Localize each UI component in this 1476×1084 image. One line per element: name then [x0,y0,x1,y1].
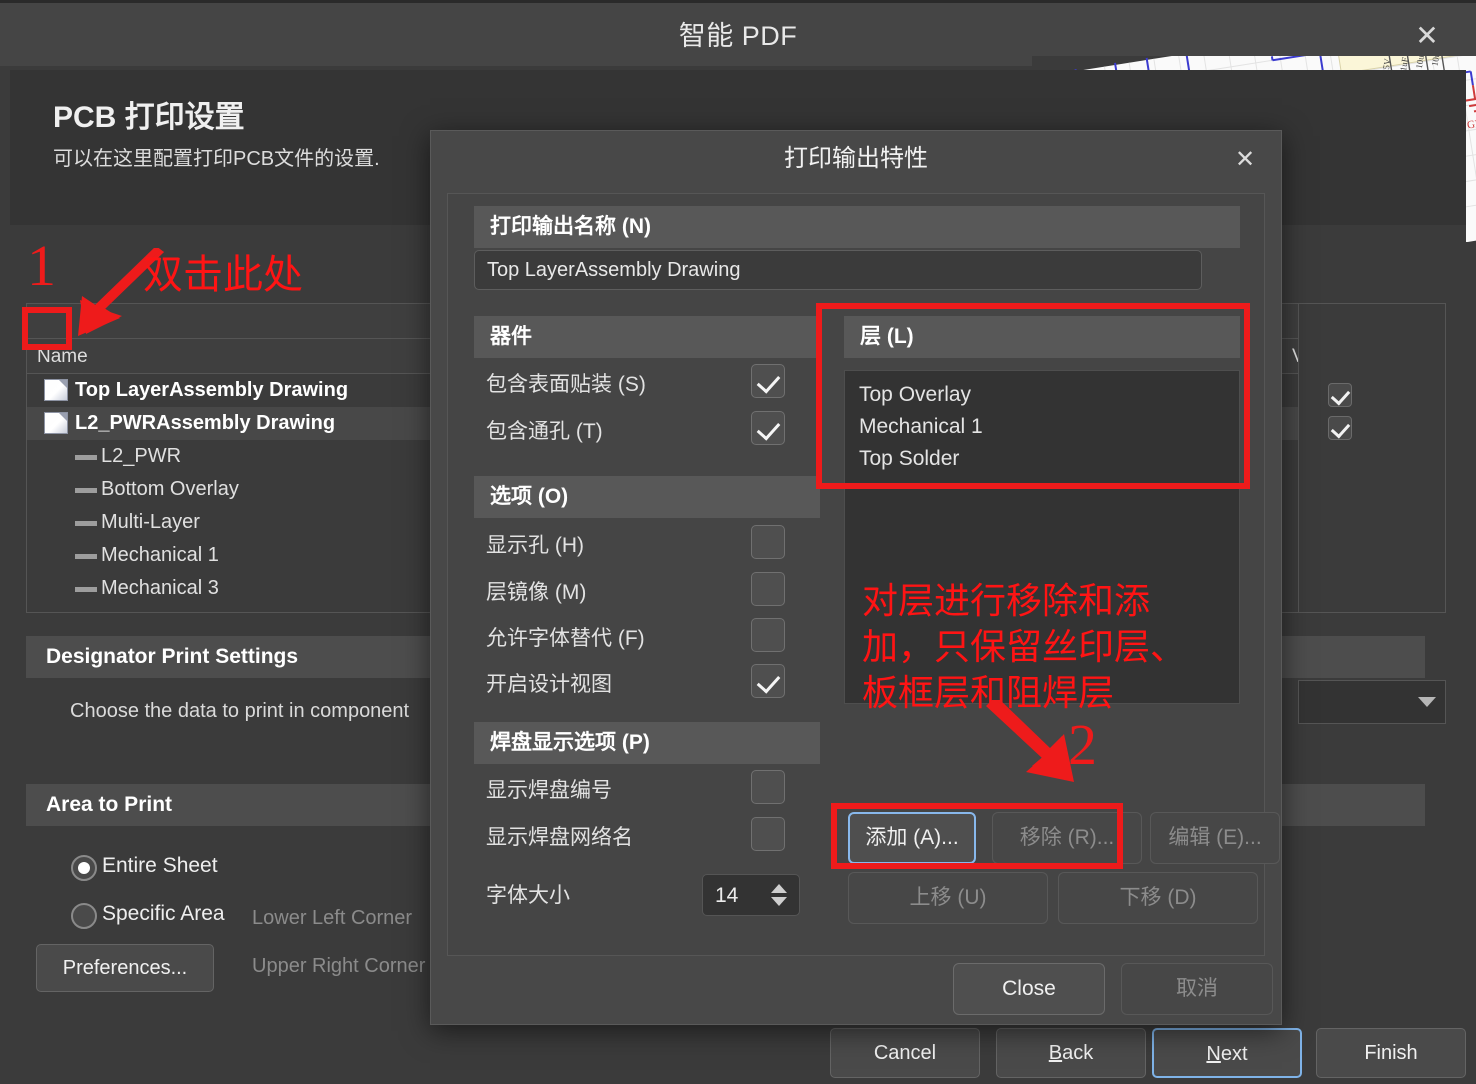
radio-entire-sheet[interactable] [71,855,97,881]
page-title: PCB 打印设置 [53,101,245,134]
printout-name: L2_PWRAssembly Drawing [75,412,336,434]
list-item[interactable]: Top Solder [859,443,1239,475]
views-stub-panel [1298,303,1446,613]
document-icon [44,412,68,434]
layer-name: Multi-Layer [101,511,200,533]
show-pad-netname-checkbox[interactable] [751,817,785,851]
lower-left-corner-label: Lower Left Corner [252,907,413,929]
list-item[interactable]: Mechanical 1 [859,411,1239,443]
layer-dash-icon [75,488,97,493]
annotation-step-2-text: 对层进行移除和添加，只保留丝印层、板框层和阻焊层 [862,580,1187,714]
next-button-rest: ext [1220,1043,1248,1065]
include-through-hole-label: 包含通孔 (T) [486,420,603,443]
include-through-hole-checkbox[interactable] [751,411,785,445]
annotation-step-1-number: 1 [27,233,56,298]
options-section-header: 选项 (O) [474,476,820,518]
dialog-cancel-button[interactable]: 取消 [1121,963,1273,1015]
enable-design-view-checkbox[interactable] [751,664,785,698]
layer-name: Mechanical 1 [101,544,219,566]
font-size-value: 14 [715,884,739,907]
move-up-button[interactable]: 上移 (U) [848,872,1048,924]
printout-name-header: 打印输出名称 (N) [474,206,1240,248]
column-header-name: Name [37,346,88,367]
stub-dropdown[interactable] [1298,680,1446,724]
radio-label-entire-sheet: Entire Sheet [102,854,218,877]
dialog-close-button[interactable]: Close [953,963,1105,1015]
edit-layer-button[interactable]: 编辑 (E)... [1150,812,1280,864]
show-pad-number-checkbox[interactable] [751,770,785,804]
layer-dash-icon [75,587,97,592]
layer-dash-icon [75,521,97,526]
move-down-button[interactable]: 下移 (D) [1058,872,1258,924]
layer-dash-icon [75,554,97,559]
device-section-header: 器件 [474,316,820,358]
preferences-button[interactable]: Preferences... [36,944,214,992]
layer-name: Mechanical 3 [101,577,219,599]
back-button-rest: ack [1062,1042,1094,1064]
layers-section-header: 层 (L) [844,316,1240,358]
show-holes-checkbox[interactable] [751,525,785,559]
layer-name: Bottom Overlay [101,478,239,500]
printout-name: Top LayerAssembly Drawing [75,379,349,401]
show-pad-number-label: 显示焊盘编号 [486,779,612,802]
dialog-body: 打印输出名称 (N) Top LayerAssembly Drawing 器件 … [447,193,1280,956]
back-button[interactable]: Back [996,1028,1146,1078]
cancel-button[interactable]: Cancel [830,1028,980,1078]
chevron-down-icon [1418,697,1436,707]
page-subtitle: 可以在这里配置打印PCB文件的设置. [53,148,380,170]
mirror-layer-label: 层镜像 (M) [486,581,587,604]
remove-layer-button[interactable]: 移除 (R)... [992,812,1142,864]
layer-name: L2_PWR [101,445,182,467]
stepper-up-icon[interactable] [771,883,787,893]
document-icon [44,379,68,401]
show-pad-netname-label: 显示焊盘网络名 [486,826,633,849]
font-substitution-checkbox[interactable] [751,618,785,652]
list-item[interactable]: Top Overlay [859,379,1239,411]
font-size-label: 字体大小 [486,884,570,907]
dialog-title: 打印输出特性 [784,145,928,172]
close-icon[interactable]: ✕ [1406,15,1448,57]
view-checkbox[interactable] [1328,383,1352,407]
finish-button[interactable]: Finish [1316,1028,1466,1078]
radio-label-specific-area: Specific Area [102,902,225,925]
font-substitution-label: 允许字体替代 (F) [486,627,645,650]
include-smt-label: 包含表面贴装 (S) [486,373,646,396]
view-checkbox[interactable] [1328,416,1352,440]
enable-design-view-label: 开启设计视图 [486,673,612,696]
mirror-layer-checkbox[interactable] [751,572,785,606]
show-holes-label: 显示孔 (H) [486,534,584,557]
radio-specific-area[interactable] [71,903,97,929]
pad-display-section-header: 焊盘显示选项 (P) [474,722,820,764]
annotation-step-1-text: 双击此处 [143,253,303,297]
add-layer-button[interactable]: 添加 (A)... [848,812,976,864]
wizard-footer: Cancel Back Next Finish [0,1018,1476,1084]
dialog-close-icon[interactable]: ✕ [1227,141,1263,177]
annotation-step-2-number: 2 [1068,712,1097,777]
layer-dash-icon [75,455,97,460]
designator-description: Choose the data to print in component [70,700,410,722]
stepper-down-icon[interactable] [771,897,787,907]
upper-right-corner-label: Upper Right Corner [252,955,426,977]
include-smt-checkbox[interactable] [751,364,785,398]
font-size-stepper[interactable]: 14 [702,874,800,916]
printout-name-input[interactable]: Top LayerAssembly Drawing [474,250,1202,290]
next-button[interactable]: Next [1152,1028,1302,1078]
